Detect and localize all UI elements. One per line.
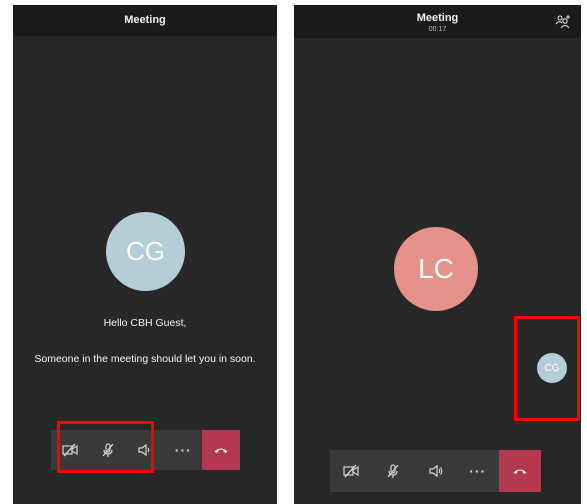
more-options-button[interactable]: ··· [457, 450, 499, 492]
hang-up-button[interactable] [498, 450, 542, 492]
highlight-box-self-view [514, 316, 580, 421]
greeting-text: Hello CBH Guest, [103, 317, 187, 329]
waiting-message: Someone in the meeting should let you in… [34, 353, 256, 365]
camera-off-icon [343, 464, 359, 478]
more-icon: ··· [469, 463, 487, 479]
meeting-title: Meeting [416, 12, 459, 24]
speaker-button[interactable] [414, 450, 456, 492]
top-bar: Meeting [13, 5, 277, 36]
highlight-box-controls [57, 421, 154, 473]
mic-off-icon [387, 464, 399, 478]
top-bar: Meeting 00:17 [294, 5, 581, 38]
more-icon: ··· [174, 442, 192, 458]
more-options-button[interactable]: ··· [164, 430, 202, 470]
hang-up-icon [513, 469, 527, 474]
participants-add-icon[interactable] [555, 14, 571, 30]
speaker-on-icon [428, 464, 442, 478]
in-call-screen: Meeting 00:17 LC CG ··· [294, 5, 581, 504]
meeting-title: Meeting [124, 14, 166, 26]
call-timer: 00:17 [428, 26, 447, 33]
participant-avatar: LC [394, 227, 478, 311]
camera-toggle-button[interactable] [330, 450, 372, 492]
hang-up-icon [214, 448, 228, 453]
mic-toggle-button[interactable] [372, 450, 414, 492]
call-control-bar: ··· [330, 450, 542, 492]
user-avatar: CG [106, 212, 185, 291]
hang-up-button[interactable] [202, 430, 240, 470]
